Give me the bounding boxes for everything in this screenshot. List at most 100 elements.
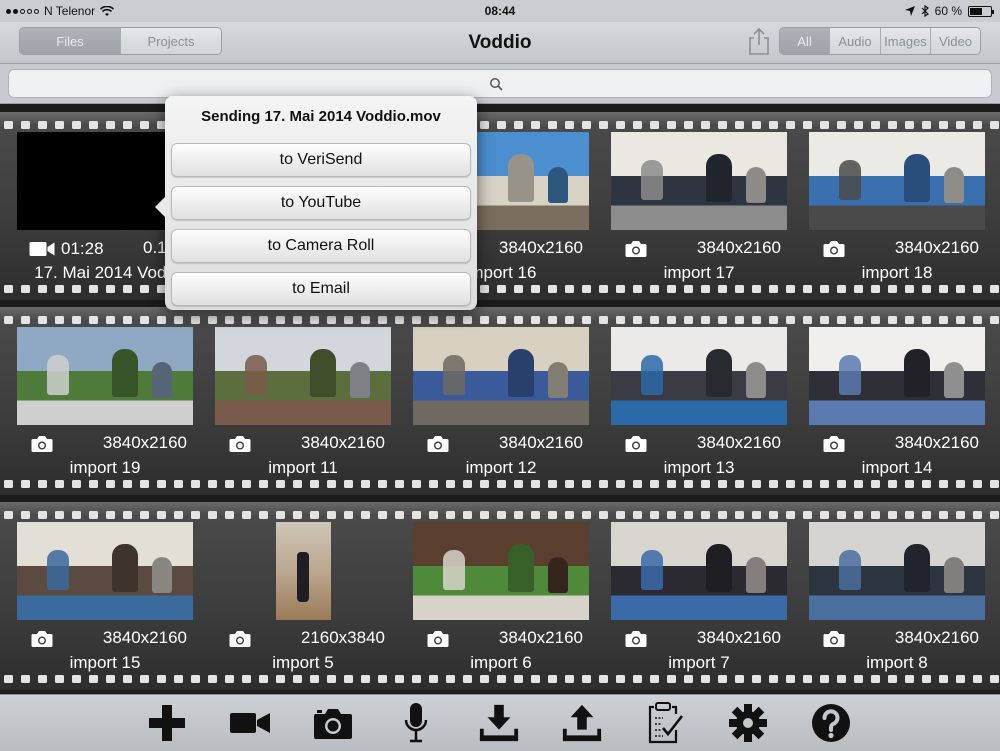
send-to-camera-roll-button[interactable]: to Camera Roll (171, 229, 471, 263)
item-meta: 3840x2160 (809, 433, 985, 455)
resolution-label: 3840x2160 (894, 628, 979, 647)
thumbnail[interactable] (809, 522, 985, 620)
record-video-button[interactable] (229, 702, 271, 744)
thumbnail[interactable] (611, 522, 787, 620)
camera-icon (427, 630, 449, 648)
image-item[interactable]: 3840x2160 import 17 (611, 132, 787, 282)
item-name: import 6 (470, 653, 532, 672)
camera-icon (31, 630, 53, 648)
share-icon (749, 27, 769, 55)
record-audio-button[interactable] (395, 702, 437, 744)
resolution-label: 3840x2160 (102, 628, 187, 647)
tab-all[interactable]: All (780, 28, 830, 54)
resolution-label: 0.1 (143, 238, 167, 257)
search-input[interactable] (8, 69, 992, 98)
microphone-icon (404, 703, 428, 743)
send-to-youtube-button[interactable]: to YouTube (171, 186, 471, 220)
help-button[interactable] (810, 702, 852, 744)
image-item[interactable]: 3840x2160 import 8 (809, 522, 985, 672)
gear-icon (729, 704, 767, 742)
film-perforation (0, 120, 1000, 130)
thumbnail[interactable] (215, 327, 391, 425)
camera-icon (229, 630, 251, 648)
search-area (0, 64, 1000, 104)
battery-percent: 60 % (934, 4, 962, 18)
clipboard-check-icon (648, 702, 684, 744)
resolution-label: 3840x2160 (696, 433, 781, 452)
item-meta: 3840x2160 (611, 433, 787, 455)
tab-images[interactable]: Images (881, 28, 931, 54)
tab-audio[interactable]: Audio (830, 28, 881, 54)
item-name: import 7 (668, 653, 730, 672)
resolution-label: 3840x2160 (498, 433, 583, 452)
thumbnail[interactable] (611, 327, 787, 425)
image-item[interactable]: 3840x2160 import 6 (413, 522, 589, 672)
tab-projects[interactable]: Projects (121, 28, 221, 54)
camera-icon (823, 630, 845, 648)
image-item[interactable]: 3840x2160 import 13 (611, 327, 787, 477)
film-strip-row: 01:28 0.1 17. Mai 2014 Vodd 3840x2160 import… (0, 112, 1000, 300)
item-name: import 13 (663, 458, 735, 477)
share-button[interactable] (746, 26, 772, 56)
camera-icon (625, 630, 647, 648)
thumbnail[interactable] (17, 327, 193, 425)
image-item[interactable]: 2160x3840 import 5 (215, 522, 391, 672)
resolution-label: 3840x2160 (696, 628, 781, 647)
image-item[interactable]: 3840x2160 import 11 (215, 327, 391, 477)
resolution-label: 3840x2160 (894, 238, 979, 257)
add-button[interactable] (146, 702, 188, 744)
thumbnail[interactable] (413, 522, 589, 620)
tasks-button[interactable] (644, 702, 686, 744)
take-photo-button[interactable] (312, 702, 354, 744)
item-name: import 5 (272, 653, 334, 672)
import-button[interactable] (478, 702, 520, 744)
tab-video[interactable]: Video (931, 28, 980, 54)
thumbnail[interactable] (17, 522, 193, 620)
item-meta: 3840x2160 (17, 433, 193, 455)
film-perforation (0, 315, 1000, 325)
item-name: import 19 (69, 458, 141, 477)
camera-icon (625, 240, 647, 258)
bottom-toolbar (0, 694, 1000, 751)
thumbnail[interactable] (809, 327, 985, 425)
thumbnail[interactable] (809, 132, 985, 230)
popover-arrow (155, 196, 166, 218)
item-name: import 18 (861, 263, 933, 282)
item-meta: 3840x2160 (413, 628, 589, 650)
image-item[interactable]: 3840x2160 import 7 (611, 522, 787, 672)
upload-icon (562, 704, 602, 742)
resolution-label: 3840x2160 (102, 433, 187, 452)
battery-icon (968, 5, 994, 17)
popover-title: Sending 17. Mai 2014 Voddio.mov (201, 108, 441, 125)
resolution-label: 3840x2160 (498, 238, 583, 257)
camera-icon (823, 435, 845, 453)
item-meta: 3840x2160 (215, 433, 391, 455)
item-meta: 3840x2160 (413, 433, 589, 455)
tab-files[interactable]: Files (20, 28, 121, 54)
image-item[interactable]: 3840x2160 import 19 (17, 327, 193, 477)
film-perforation (0, 284, 1000, 294)
image-item[interactable]: 3840x2160 import 12 (413, 327, 589, 477)
send-to-verisend-button[interactable]: to VeriSend (171, 143, 471, 177)
thumbnail[interactable] (611, 132, 787, 230)
media-filter-segment: All Audio Images Video (779, 27, 981, 55)
settings-button[interactable] (727, 702, 769, 744)
thumbnail[interactable] (215, 522, 391, 620)
item-name: import 11 (268, 458, 338, 477)
film-perforation (0, 510, 1000, 520)
thumbnail[interactable] (413, 327, 589, 425)
item-meta: 3840x2160 (611, 238, 787, 260)
send-to-email-button[interactable]: to Email (171, 272, 471, 306)
item-meta: 3840x2160 (809, 628, 985, 650)
image-item[interactable]: 3840x2160 import 15 (17, 522, 193, 672)
file-type-segment: Files Projects (19, 27, 222, 55)
duration-label: 01:28 (61, 239, 104, 258)
export-button[interactable] (561, 702, 603, 744)
image-item[interactable]: 3840x2160 import 14 (809, 327, 985, 477)
resolution-label: 3840x2160 (300, 433, 385, 452)
image-item[interactable]: 3840x2160 import 18 (809, 132, 985, 282)
camera-icon (625, 435, 647, 453)
item-meta: 3840x2160 (17, 628, 193, 650)
status-bar: N Telenor 08:44 60 % (0, 0, 1000, 22)
video-camera-icon (29, 241, 55, 257)
